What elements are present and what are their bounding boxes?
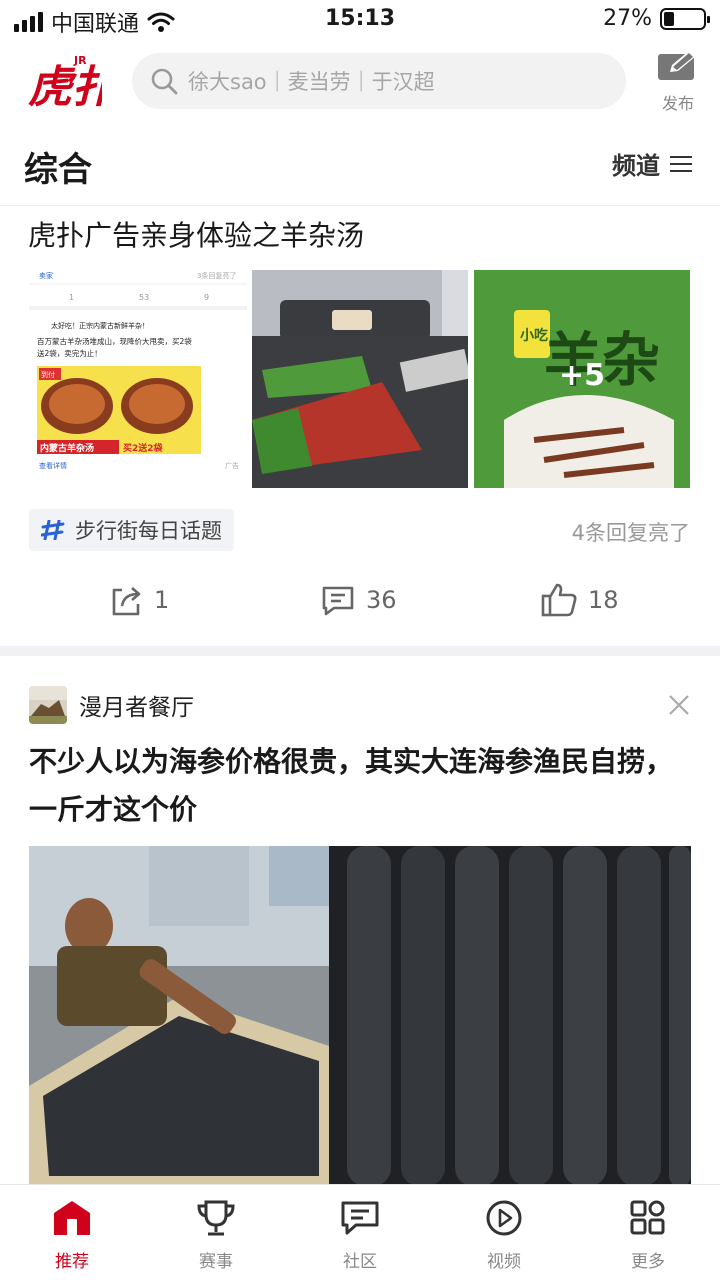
svg-text:百万蒙古羊杂汤堆成山，现降价大甩卖，买2袋: 百万蒙古羊杂汤堆成山，现降价大甩卖，买2袋 xyxy=(37,336,192,346)
status-bar: 中国联通 15:13 27% xyxy=(0,0,720,40)
bottom-tab-bar: 推荐 赛事 社区 视频 更多 xyxy=(0,1184,720,1280)
tab-recommend[interactable]: 推荐 xyxy=(32,1199,112,1272)
topic-tag[interactable]: 步行街每日话题 xyxy=(29,509,234,551)
share-icon xyxy=(112,587,141,616)
app-logo[interactable]: 虎扑 JR xyxy=(28,50,119,113)
play-icon xyxy=(486,1200,522,1236)
tab-label: 赛事 xyxy=(199,1252,233,1272)
share-count: 1 xyxy=(154,586,170,614)
author-name: 漫月者餐厅 xyxy=(79,695,194,721)
tab-more[interactable]: 更多 xyxy=(608,1199,688,1272)
battery-percent: 27% xyxy=(603,6,652,31)
post-image-package-closeup[interactable]: 小吃 羊杂 +5 xyxy=(474,270,690,488)
channel-button[interactable]: 频道 xyxy=(612,146,692,181)
publish-button[interactable]: 发布 xyxy=(652,50,704,114)
post-title[interactable]: 虎扑广告亲身体验之羊杂汤 xyxy=(28,214,364,254)
tab-label: 视频 xyxy=(487,1252,521,1272)
chat-icon xyxy=(341,1201,379,1235)
topic-label: 步行街每日话题 xyxy=(75,519,222,543)
logo-text: 虎扑 xyxy=(28,62,102,112)
like-count: 18 xyxy=(588,586,619,614)
tab-label: 社区 xyxy=(343,1252,377,1272)
more-images-count: +5 xyxy=(558,358,605,393)
menu-icon xyxy=(670,151,692,177)
trophy-icon xyxy=(197,1200,235,1236)
section-title: 综合 xyxy=(24,150,92,190)
svg-text:买2送2袋: 买2送2袋 xyxy=(123,442,164,454)
svg-text:到付: 到付 xyxy=(41,370,55,379)
svg-text:3条回复亮了: 3条回复亮了 xyxy=(197,271,236,280)
search-icon xyxy=(151,68,178,95)
grid-icon xyxy=(630,1200,665,1235)
post-author[interactable]: 漫月者餐厅 xyxy=(29,686,194,724)
svg-text:1: 1 xyxy=(69,293,74,302)
tab-label: 推荐 xyxy=(55,1252,89,1272)
post-title[interactable]: 不少人以为海参价格很贵，其实大连海参渔民自捞，一斤才这个价 xyxy=(29,738,691,834)
post-actions: 1 36 18 xyxy=(0,582,720,628)
home-icon xyxy=(54,1201,90,1235)
search-placeholder: 徐大sao｜麦当劳｜于汉超 xyxy=(188,70,435,94)
comment-button[interactable]: 36 xyxy=(320,582,397,618)
like-button[interactable]: 18 xyxy=(540,582,619,618)
publish-label: 发布 xyxy=(661,94,694,113)
dismiss-button[interactable] xyxy=(668,694,690,720)
svg-text:送2袋，卖完为止！: 送2袋，卖完为止！ xyxy=(37,348,102,358)
comment-icon xyxy=(322,586,354,616)
app-screen: 中国联通 15:13 27% 虎扑 JR 徐大sao｜麦当劳｜于汉超 xyxy=(0,0,720,1280)
post-image-sea-cucumbers[interactable] xyxy=(29,846,691,1186)
replies-highlight[interactable]: 4条回复亮了 xyxy=(572,517,690,547)
tab-label: 更多 xyxy=(631,1252,665,1272)
post-image-packages[interactable] xyxy=(252,270,468,488)
search-bar[interactable]: 徐大sao｜麦当劳｜于汉超 xyxy=(132,53,626,109)
avatar[interactable] xyxy=(29,686,67,724)
thumbs-up-icon xyxy=(541,583,577,617)
svg-text:查看详情: 查看详情 xyxy=(39,461,67,470)
close-icon xyxy=(669,695,689,715)
svg-text:太好吃！正宗内蒙古新鲜羊杂！: 太好吃！正宗内蒙古新鲜羊杂！ xyxy=(51,321,149,330)
svg-text:内蒙古羊杂汤: 内蒙古羊杂汤 xyxy=(40,442,94,454)
feed-divider xyxy=(0,646,720,656)
battery-icon xyxy=(660,7,710,30)
top-header: 虎扑 JR 徐大sao｜麦当劳｜于汉超 发布 xyxy=(0,40,720,125)
channel-label: 频道 xyxy=(612,152,660,180)
svg-text:53: 53 xyxy=(139,293,149,302)
tab-matches[interactable]: 赛事 xyxy=(176,1199,256,1272)
comment-count: 36 xyxy=(366,586,397,614)
edit-icon xyxy=(658,50,696,80)
topic-hash-icon xyxy=(41,520,65,540)
svg-text:卖家: 卖家 xyxy=(39,271,53,280)
svg-text:广告: 广告 xyxy=(225,461,239,470)
section-header: 综合 频道 xyxy=(0,128,720,206)
svg-text:9: 9 xyxy=(204,293,209,302)
post-image-ad-screenshot[interactable]: 卖家 3条回复亮了 1 53 9 太好吃！正宗内蒙古新鲜羊杂！ 百万蒙古羊杂汤堆… xyxy=(29,270,247,488)
tab-community[interactable]: 社区 xyxy=(320,1199,400,1272)
share-button[interactable]: 1 xyxy=(108,582,169,618)
tab-video[interactable]: 视频 xyxy=(464,1199,544,1272)
logo-badge: JR xyxy=(73,54,87,67)
